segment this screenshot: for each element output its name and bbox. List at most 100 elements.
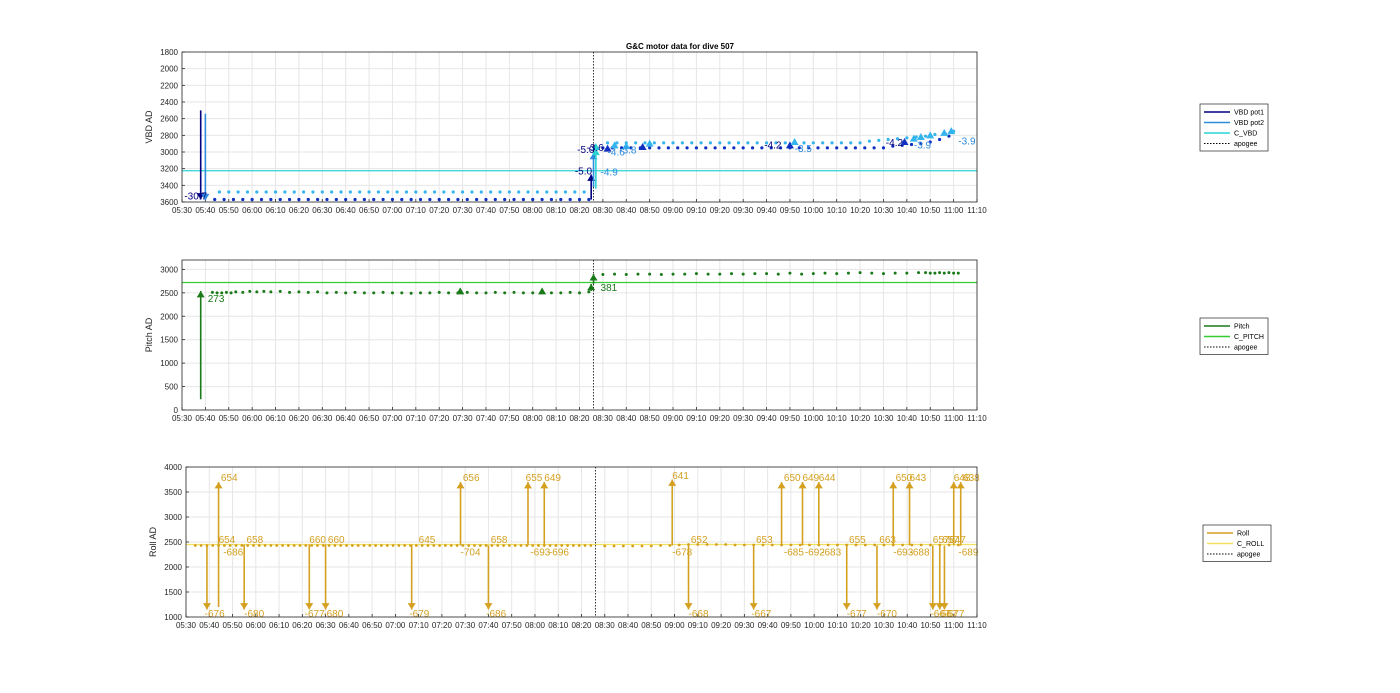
x-tick-label: 08:10	[546, 206, 567, 215]
x-tick-label: 08:00	[523, 414, 544, 423]
data-point	[281, 544, 284, 547]
data-annotation: -667	[751, 609, 771, 620]
data-point	[344, 291, 348, 295]
x-tick-label: 06:50	[362, 621, 383, 630]
x-tick-label: 07:00	[382, 414, 403, 423]
data-point	[844, 146, 848, 150]
data-point	[519, 544, 523, 547]
data-point	[559, 291, 563, 295]
x-tick-label: 05:50	[223, 621, 244, 630]
x-tick-label: 10:50	[920, 414, 941, 423]
data-point	[563, 190, 568, 194]
data-annotation: 655	[526, 473, 543, 484]
data-point	[362, 291, 366, 295]
data-point	[475, 197, 479, 202]
data-point	[409, 197, 413, 202]
data-annotation: 650	[784, 473, 801, 484]
x-tick-label: 09:40	[757, 206, 778, 215]
data-point	[473, 544, 476, 547]
data-point	[724, 543, 728, 546]
x-tick-label: 09:50	[781, 621, 802, 630]
data-point	[199, 544, 203, 547]
data-point	[372, 291, 376, 295]
y-tick-label: 1800	[160, 48, 178, 57]
x-tick-label: 09:40	[757, 414, 778, 423]
data-point	[549, 197, 554, 202]
data-point	[229, 291, 233, 295]
x-tick-label: 07:20	[429, 414, 450, 423]
x-tick-label: 06:00	[246, 621, 267, 630]
data-annotation: -704	[461, 548, 481, 559]
data-annotation: -696	[549, 548, 569, 559]
x-tick-label: 07:50	[499, 414, 520, 423]
x-tick-label: 06:20	[292, 621, 313, 630]
x-tick-label: 05:40	[199, 621, 220, 630]
data-point	[746, 141, 750, 145]
data-point	[548, 544, 552, 547]
x-tick-label: 09:00	[665, 621, 686, 630]
data-point	[498, 190, 502, 194]
data-point	[568, 197, 572, 202]
data-annotation: -3.9	[958, 137, 976, 148]
data-point	[699, 141, 703, 145]
y-tick-label: 3200	[160, 165, 178, 174]
x-tick-label: 05:40	[195, 414, 216, 423]
data-point	[325, 197, 329, 202]
data-point	[507, 544, 511, 547]
x-tick-label: 09:40	[758, 621, 779, 630]
data-annotation: 381	[601, 283, 618, 294]
roll-panel: 05:30 05:40 05:50 06:00 06:10 06:20 06:30 06:40…	[148, 463, 1272, 630]
data-point	[269, 290, 273, 294]
data-point	[589, 544, 593, 547]
data-point	[919, 543, 923, 547]
figure: G&C motor data for dive 507 05:30 05:40 05…	[144, 42, 1272, 630]
data-point	[227, 190, 231, 194]
data-point	[234, 290, 238, 294]
data-point	[924, 271, 928, 275]
x-tick-label: 06:00	[242, 206, 263, 215]
y-tick-label: 2600	[160, 115, 178, 124]
data-point	[330, 190, 334, 194]
data-point	[224, 290, 228, 294]
data-point	[788, 271, 792, 275]
data-point	[391, 544, 395, 547]
x-tick-label: 06:20	[289, 206, 310, 215]
x-tick-label: 08:40	[616, 206, 637, 215]
data-point	[269, 197, 273, 202]
data-point	[368, 544, 372, 547]
x-tick-label: 10:40	[897, 206, 918, 215]
data-point	[613, 272, 617, 276]
x-tick-label: 09:00	[663, 206, 684, 215]
data-point	[549, 291, 553, 295]
x-tick-label: 08:20	[569, 414, 590, 423]
data-point	[353, 290, 357, 294]
data-point	[718, 141, 722, 145]
data-point	[603, 544, 607, 548]
figure-title: G&C motor data for dive 507	[626, 42, 735, 51]
data-point	[708, 141, 713, 145]
data-point	[456, 197, 460, 202]
data-point	[713, 146, 717, 150]
data-point	[273, 190, 278, 194]
data-point	[694, 272, 698, 276]
data-point	[362, 544, 366, 547]
x-tick-label: 06:30	[312, 414, 333, 423]
y-tick-label: 1500	[164, 588, 182, 597]
data-point	[449, 544, 453, 547]
data-point	[825, 146, 829, 150]
data-point	[643, 141, 647, 145]
x-tick-label: 09:10	[688, 621, 709, 630]
data-point	[917, 271, 921, 275]
x-tick-label: 07:20	[429, 206, 450, 215]
data-point	[334, 290, 338, 294]
data-point	[297, 197, 301, 202]
data-point	[742, 543, 746, 547]
x-tick-label: 11:10	[967, 621, 987, 630]
data-point	[493, 290, 497, 294]
data-point	[451, 190, 455, 194]
data-annotation: 638	[963, 473, 980, 484]
x-tick-label: 05:40	[195, 206, 216, 215]
data-point	[269, 544, 273, 547]
data-point	[390, 197, 395, 202]
x-tick-label: 07:40	[478, 621, 499, 630]
